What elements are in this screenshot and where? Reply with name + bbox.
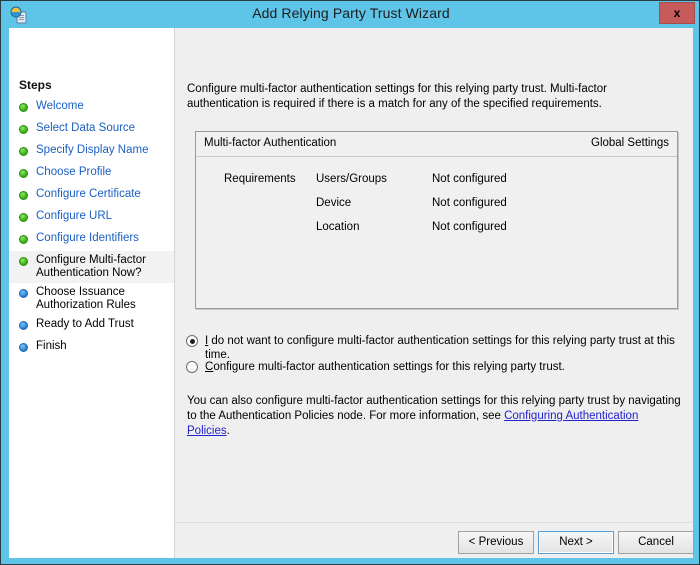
radio-indicator[interactable]: [186, 335, 198, 347]
steps-list: Welcome Select Data Source Specify Displ…: [9, 97, 174, 359]
step-status-icon: [19, 147, 28, 156]
radio-label: Configure multi-factor authentication se…: [205, 360, 565, 374]
previous-button[interactable]: < Previous: [458, 531, 534, 554]
steps-sidebar: Steps Welcome Select Data Source Specify…: [9, 28, 175, 558]
step-status-icon: [19, 289, 28, 298]
wizard-window: Add Relying Party Trust Wizard x Steps W…: [0, 0, 700, 565]
step-status-icon: [19, 213, 28, 222]
sidebar-item-label: Specify Display Name: [36, 144, 149, 156]
step-status-icon: [19, 103, 28, 112]
requirement-name: Device: [316, 197, 352, 209]
requirements-label: Requirements: [224, 173, 296, 185]
sidebar-item-label: Configure URL: [36, 210, 113, 222]
radio-label: I do not want to configure multi-factor …: [205, 334, 693, 362]
requirement-name: Users/Groups: [316, 173, 387, 185]
sidebar-item-welcome[interactable]: Welcome: [9, 97, 174, 119]
step-status-icon: [19, 343, 28, 352]
sidebar-item-specify-display-name[interactable]: Specify Display Name: [9, 141, 174, 163]
step-status-icon: [19, 125, 28, 134]
sidebar-item-label: Choose Issuance Authorization Rules: [36, 286, 136, 311]
footer-bar: < Previous Next > Cancel: [175, 523, 694, 558]
table-row: Location Not configured: [316, 221, 666, 245]
sidebar-item-label: Ready to Add Trust: [36, 318, 134, 330]
intro-text: Configure multi-factor authentication se…: [187, 83, 607, 110]
sidebar-item-configure-identifiers[interactable]: Configure Identifiers: [9, 229, 174, 251]
content-pane: Configure multi-factor authentication se…: [175, 28, 693, 558]
sidebar-item-choose-profile[interactable]: Choose Profile: [9, 163, 174, 185]
radio-text: onfigure multi-factor authentication set…: [213, 361, 565, 373]
sidebar-item-choose-issuance-authorization-rules[interactable]: Choose Issuance Authorization Rules: [9, 283, 174, 315]
requirement-name: Location: [316, 221, 360, 233]
sidebar-item-label: Configure Certificate: [36, 188, 141, 200]
step-status-icon: [19, 191, 28, 200]
requirement-value: Not configured: [432, 173, 507, 185]
next-button[interactable]: Next >: [538, 531, 614, 554]
sidebar-item-label: Configure Identifiers: [36, 232, 139, 244]
sidebar-item-label: Finish: [36, 340, 67, 352]
sidebar-item-configure-url[interactable]: Configure URL: [9, 207, 174, 229]
sidebar-item-configure-multi-factor-authentication-now[interactable]: Configure Multi-factor Authentication No…: [9, 251, 174, 283]
step-status-icon: [19, 235, 28, 244]
sidebar-item-label: Welcome: [36, 100, 84, 112]
note-after: .: [226, 425, 230, 437]
step-status-icon: [19, 321, 28, 330]
panel-title: Multi-factor Authentication: [204, 137, 337, 149]
table-row: Users/Groups Not configured: [316, 173, 666, 197]
radio-text: do not want to configure multi-factor au…: [205, 335, 675, 361]
cancel-button[interactable]: Cancel: [618, 531, 694, 554]
sidebar-item-finish[interactable]: Finish: [9, 337, 174, 359]
step-status-icon: [19, 169, 28, 178]
window-title: Add Relying Party Trust Wizard: [252, 5, 450, 21]
radio-indicator[interactable]: [186, 361, 198, 373]
sidebar-item-label: Choose Profile: [36, 166, 112, 178]
requirements-table: Users/Groups Not configured Device Not c…: [316, 173, 666, 245]
client-area: Steps Welcome Select Data Source Specify…: [9, 28, 694, 558]
note-text: You can also configure multi-factor auth…: [187, 394, 683, 439]
step-status-icon: [19, 257, 28, 266]
radio-configure-mfa[interactable]: Configure multi-factor authentication se…: [186, 360, 565, 374]
sidebar-item-label: Select Data Source: [36, 122, 136, 134]
multi-factor-authentication-panel: Multi-factor Authentication Global Setti…: [195, 131, 678, 309]
table-row: Device Not configured: [316, 197, 666, 221]
sidebar-item-select-data-source[interactable]: Select Data Source: [9, 119, 174, 141]
steps-heading: Steps: [19, 78, 52, 92]
requirement-value: Not configured: [432, 221, 507, 233]
title-bar: Add Relying Party Trust Wizard x: [1, 1, 699, 28]
panel-header: Multi-factor Authentication Global Setti…: [196, 132, 677, 157]
requirement-value: Not configured: [432, 197, 507, 209]
sidebar-item-ready-to-add-trust[interactable]: Ready to Add Trust: [9, 315, 174, 337]
sidebar-item-configure-certificate[interactable]: Configure Certificate: [9, 185, 174, 207]
radio-do-not-configure-mfa[interactable]: I do not want to configure multi-factor …: [186, 334, 693, 362]
panel-scope-label: Global Settings: [591, 137, 669, 149]
sidebar-item-label: Configure Multi-factor Authentication No…: [36, 254, 146, 279]
close-icon[interactable]: x: [659, 2, 695, 24]
